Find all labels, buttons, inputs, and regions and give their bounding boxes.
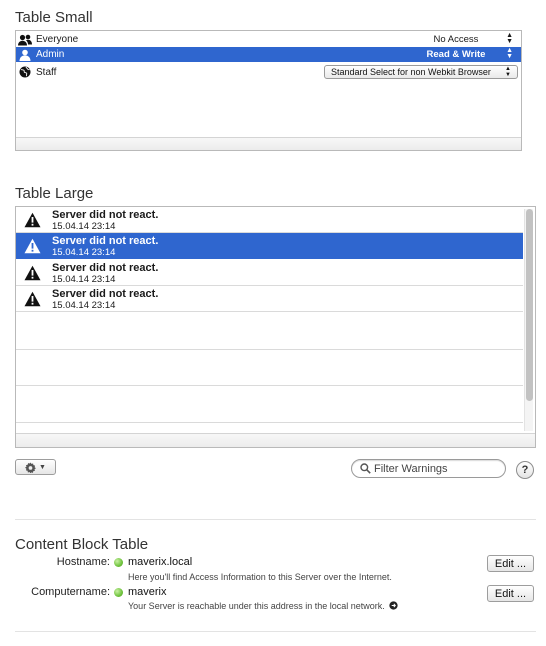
updown-arrows-icon: ▲ ▼ — [505, 66, 511, 78]
search-input[interactable] — [374, 462, 499, 475]
edit-label: Edit ... — [494, 557, 527, 570]
edit-computername-button[interactable]: Edit ... — [487, 585, 534, 602]
content-block-title: Content Block Table — [15, 536, 149, 553]
warning-title: Server did not react. — [52, 262, 159, 274]
divider — [15, 631, 536, 632]
table-large-empty-row — [16, 350, 523, 386]
table-small-row-everyone[interactable]: Everyone No Access ▲ ▼ — [16, 32, 521, 47]
access-popup-value: Read & Write — [426, 49, 486, 60]
access-select-value: Standard Select for non Webkit Browser — [331, 67, 491, 77]
table-large-empty-row — [16, 386, 523, 423]
warning-timestamp: 15.04.14 23:14 — [52, 247, 116, 258]
computername-description: Your Server is reachable under this addr… — [128, 601, 398, 611]
warning-icon — [24, 212, 41, 228]
table-large-row[interactable]: Server did not react. 15.04.14 23:14 — [16, 286, 523, 312]
warning-icon — [24, 291, 41, 307]
status-dot-icon — [114, 588, 123, 597]
vertical-scrollbar[interactable] — [524, 209, 533, 431]
access-popup[interactable]: No Access ▲ ▼ — [391, 32, 521, 47]
help-label: ? — [521, 464, 529, 476]
table-large-empty-row — [16, 313, 523, 350]
table-large-row[interactable]: Server did not react. 15.04.14 23:14 — [16, 233, 523, 259]
access-select[interactable]: Standard Select for non Webkit Browser ▲… — [324, 65, 518, 79]
divider — [15, 519, 536, 520]
warning-timestamp: 15.04.14 23:14 — [52, 300, 116, 311]
updown-arrows-icon: ▲ ▼ — [506, 32, 513, 45]
warning-title: Server did not react. — [52, 235, 159, 247]
filter-warnings-search[interactable] — [351, 459, 506, 478]
arrow-right-circle-icon[interactable] — [389, 601, 398, 610]
chevron-down-icon: ▼ — [39, 463, 46, 471]
hostname-value: maverix.local — [128, 556, 193, 568]
table-large-row[interactable]: Server did not react. 15.04.14 23:14 — [16, 260, 523, 286]
warning-title: Server did not react. — [52, 209, 159, 221]
hostname-label: Hostname: — [56, 556, 110, 568]
gear-icon — [25, 461, 37, 473]
table-large-footer — [16, 433, 535, 447]
table-small-row-admin[interactable]: Admin Read & Write ▲ ▼ — [16, 47, 521, 62]
access-popup[interactable]: Read & Write ▲ ▼ — [391, 47, 521, 62]
status-dot-icon — [114, 558, 123, 567]
search-icon — [360, 463, 371, 474]
hostname-description: Here you'll find Access Information to t… — [128, 572, 392, 582]
warning-timestamp: 15.04.14 23:14 — [52, 221, 116, 232]
computername-value: maverix — [128, 586, 167, 598]
warning-timestamp: 15.04.14 23:14 — [52, 274, 116, 285]
table-large: Server did not react. 15.04.14 23:14 Ser… — [15, 206, 536, 448]
table-large-title: Table Large — [15, 185, 94, 202]
updown-arrows-icon: ▲ ▼ — [506, 47, 513, 60]
globe-icon — [18, 65, 32, 79]
computername-label: Computername: — [31, 586, 110, 598]
edit-label: Edit ... — [494, 587, 527, 600]
warning-icon — [24, 265, 41, 281]
scroll-thumb[interactable] — [526, 209, 533, 401]
table-small-title: Table Small — [15, 9, 93, 26]
table-small-row-staff[interactable]: Staff Standard Select for non Webkit Bro… — [16, 63, 521, 81]
edit-hostname-button[interactable]: Edit ... — [487, 555, 534, 572]
group-icon — [18, 33, 32, 47]
gear-menu-button[interactable]: ▼ — [15, 459, 56, 475]
computername-description-text: Your Server is reachable under this addr… — [128, 601, 385, 611]
table-small: Everyone No Access ▲ ▼ Admin Read & Write… — [15, 30, 522, 151]
warning-title: Server did not react. — [52, 288, 159, 300]
warning-icon — [24, 238, 41, 254]
table-large-row[interactable]: Server did not react. 15.04.14 23:14 — [16, 207, 523, 233]
user-icon — [18, 48, 32, 62]
table-small-footer — [16, 137, 521, 150]
help-button[interactable]: ? — [516, 461, 534, 479]
access-popup-value: No Access — [433, 34, 479, 45]
